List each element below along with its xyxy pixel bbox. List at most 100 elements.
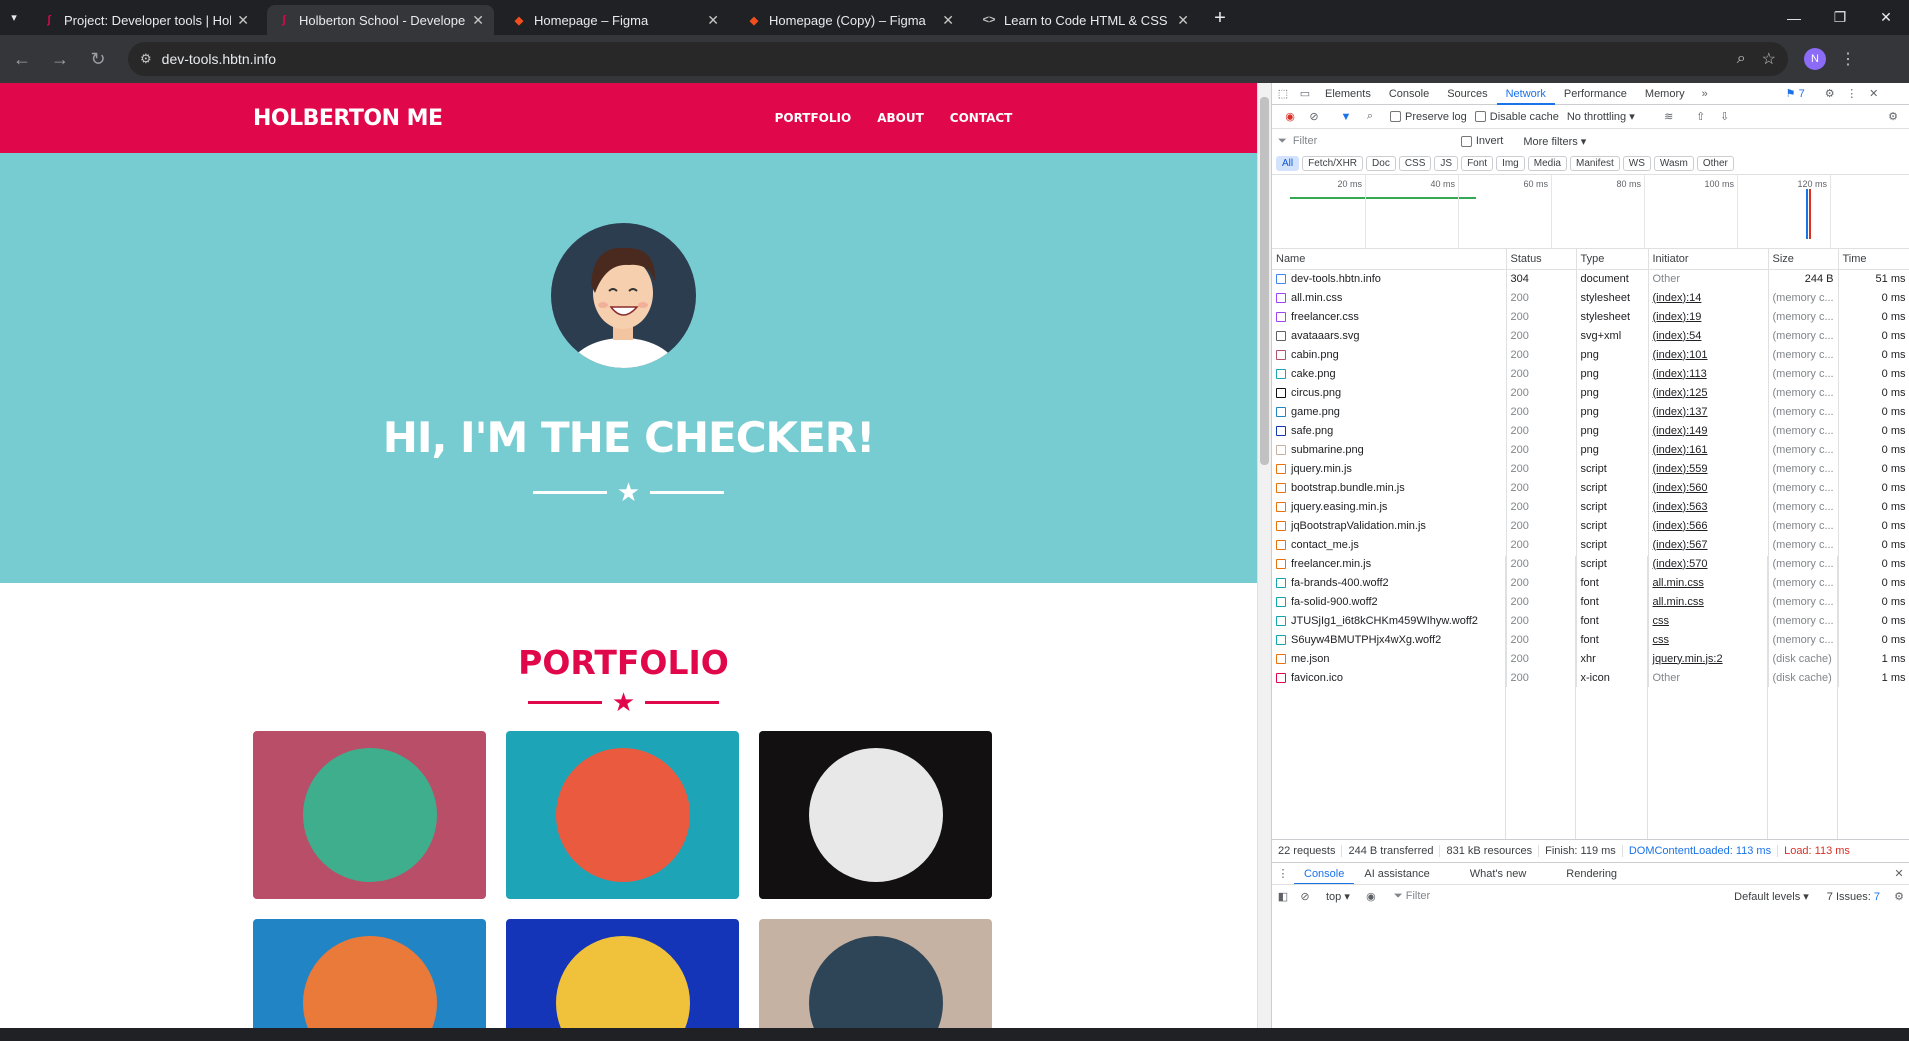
site-brand[interactable]: HOLBERTON ME <box>253 106 443 131</box>
request-initiator[interactable]: (index):101 <box>1648 345 1769 364</box>
context-select[interactable]: top ▾ <box>1326 890 1350 903</box>
import-har-icon[interactable]: ⇧ <box>1689 110 1713 123</box>
type-filter-wasm[interactable]: Wasm <box>1653 156 1694 171</box>
request-row[interactable]: jquery.min.js 200 script (index):559 (memory… <box>1272 459 1909 478</box>
nav-link-contact[interactable]: CONTACT <box>950 111 1013 125</box>
clear-console-icon[interactable]: ⊘ <box>1294 890 1316 903</box>
page-scrollbar[interactable] <box>1257 83 1271 1028</box>
type-filter-ws[interactable]: WS <box>1622 156 1651 171</box>
column-header-size[interactable]: Size <box>1768 249 1839 270</box>
inspect-element-icon[interactable]: ⬚ <box>1272 87 1294 100</box>
type-filter-manifest[interactable]: Manifest <box>1570 156 1620 171</box>
request-row[interactable]: avataaars.svg 200 svg+xml (index):54 (memory… <box>1272 326 1909 345</box>
url-text[interactable]: dev-tools.hbtn.info <box>162 51 1721 67</box>
close-tab-icon[interactable]: ✕ <box>942 12 954 29</box>
network-settings-icon[interactable]: ⚙ <box>1881 110 1905 123</box>
request-row[interactable]: jqBootstrapValidation.min.js 200 script (in… <box>1272 516 1909 535</box>
request-row[interactable]: freelancer.css 200 stylesheet (index):19 (me… <box>1272 307 1909 326</box>
new-tab-icon[interactable]: + <box>1207 5 1233 31</box>
profile-avatar[interactable]: N <box>1804 48 1826 70</box>
nav-link-portfolio[interactable]: PORTFOLIO <box>775 111 852 125</box>
record-icon[interactable]: ◉ <box>1278 110 1302 123</box>
request-row[interactable]: jquery.easing.min.js 200 script (index):563… <box>1272 497 1909 516</box>
request-row[interactable]: all.min.css 200 stylesheet (index):14 (memor… <box>1272 288 1909 307</box>
bookmark-star-icon[interactable]: ☆ <box>1762 49 1776 69</box>
drawer-tab-whats-new[interactable]: What's new <box>1460 868 1537 880</box>
issues-badge[interactable]: ⚑ 7 <box>1786 87 1805 100</box>
devtools-tab-performance[interactable]: Performance <box>1555 83 1636 105</box>
request-row[interactable]: contact_me.js 200 script (index):567 (memory… <box>1272 535 1909 554</box>
request-initiator[interactable]: (index):161 <box>1648 440 1769 459</box>
log-levels-dropdown[interactable]: Default levels ▾ <box>1734 890 1809 903</box>
portfolio-item-game[interactable] <box>253 919 486 1028</box>
disable-cache-checkbox[interactable] <box>1474 111 1486 122</box>
request-initiator[interactable]: (index):559 <box>1648 459 1769 478</box>
network-overview-timeline[interactable]: 20 ms 40 ms 60 ms 80 ms 100 ms 120 ms <box>1272 175 1909 249</box>
browser-tab[interactable]: ◆ Homepage (Copy) – Figma ✕ <box>737 5 964 35</box>
more-tabs-icon[interactable]: » <box>1694 88 1716 100</box>
preserve-log-checkbox[interactable] <box>1390 111 1401 122</box>
settings-gear-icon[interactable]: ⚙ <box>1819 87 1841 100</box>
filter-input[interactable]: Filter <box>1293 135 1453 147</box>
network-conditions-icon[interactable]: ≋ <box>1657 110 1681 123</box>
request-initiator[interactable]: (index):567 <box>1648 535 1769 554</box>
browser-menu-icon[interactable]: ⋮ <box>1840 49 1856 69</box>
console-settings-icon[interactable]: ⚙ <box>1888 890 1909 903</box>
close-tab-icon[interactable]: ✕ <box>707 12 719 29</box>
export-har-icon[interactable]: ⇩ <box>1713 110 1737 123</box>
filter-funnel-icon[interactable]: ▼ <box>1334 111 1358 123</box>
type-filter-media[interactable]: Media <box>1527 156 1567 171</box>
sidebar-toggle-icon[interactable]: ◧ <box>1272 890 1294 903</box>
devtools-menu-icon[interactable]: ⋮ <box>1841 87 1863 100</box>
more-filters-dropdown[interactable]: More filters ▾ <box>1523 135 1586 148</box>
request-row[interactable]: game.png 200 png (index):137 (memory c... 0 m… <box>1272 402 1909 421</box>
request-row[interactable]: safe.png 200 png (index):149 (memory c... 0 m… <box>1272 421 1909 440</box>
zoom-icon[interactable]: ⌕ <box>1737 50 1746 68</box>
drawer-tab-console[interactable]: Console <box>1294 863 1355 885</box>
live-expression-eye-icon[interactable]: ◉ <box>1360 890 1382 903</box>
request-initiator[interactable]: (index):14 <box>1648 288 1769 307</box>
request-row[interactable]: circus.png 200 png (index):125 (memory c... 0… <box>1272 383 1909 402</box>
request-initiator[interactable]: (index):149 <box>1648 421 1769 440</box>
column-header-time[interactable]: Time <box>1838 249 1909 270</box>
request-initiator[interactable]: (index):19 <box>1648 307 1769 326</box>
portfolio-item-submarine[interactable] <box>759 919 992 1028</box>
portfolio-item-safe[interactable] <box>506 919 739 1028</box>
request-initiator[interactable]: (index):137 <box>1648 402 1769 421</box>
type-filter-fetch-xhr[interactable]: Fetch/XHR <box>1302 156 1364 171</box>
drawer-tab-rendering[interactable]: Rendering <box>1556 868 1627 880</box>
request-row[interactable]: cabin.png 200 png (index):101 (memory c... 0 … <box>1272 345 1909 364</box>
request-initiator[interactable]: (index):560 <box>1648 478 1769 497</box>
request-initiator[interactable]: (index):125 <box>1648 383 1769 402</box>
close-devtools-icon[interactable]: ✕ <box>1863 87 1885 100</box>
type-filter-img[interactable]: Img <box>1496 156 1525 171</box>
column-header-initiator[interactable]: Initiator <box>1648 249 1769 270</box>
drawer-menu-icon[interactable]: ⋮ <box>1272 867 1294 880</box>
minimize-icon[interactable]: — <box>1771 0 1817 35</box>
type-filter-doc[interactable]: Doc <box>1366 156 1396 171</box>
scrollbar-thumb[interactable] <box>1260 97 1269 465</box>
request-row[interactable]: cake.png 200 png (index):113 (memory c... 0 m… <box>1272 364 1909 383</box>
browser-tab[interactable]: ◆ Homepage – Figma ✕ <box>502 5 729 35</box>
close-tab-icon[interactable]: ✕ <box>472 12 484 29</box>
portfolio-item-cake[interactable] <box>506 731 739 899</box>
column-header-name[interactable]: Name <box>1272 249 1507 270</box>
close-tab-icon[interactable]: ✕ <box>1177 12 1189 29</box>
request-initiator[interactable]: (index):566 <box>1648 516 1769 535</box>
portfolio-item-circus[interactable] <box>759 731 992 899</box>
close-drawer-icon[interactable]: ✕ <box>1888 867 1909 880</box>
forward-icon[interactable]: → <box>44 43 76 75</box>
request-row[interactable]: dev-tools.hbtn.info 304 document Other 244 B… <box>1272 269 1909 288</box>
browser-tab[interactable]: <> Learn to Code HTML & CSS ✕ <box>972 5 1199 35</box>
reload-icon[interactable]: ↻ <box>82 43 114 75</box>
browser-tab[interactable]: ʃ Holberton School - Developer t ✕ <box>267 5 494 35</box>
device-toolbar-icon[interactable]: ▭ <box>1294 87 1316 100</box>
devtools-tab-elements[interactable]: Elements <box>1316 83 1380 105</box>
request-initiator[interactable]: (index):563 <box>1648 497 1769 516</box>
restore-icon[interactable]: ❐ <box>1817 0 1863 35</box>
close-window-icon[interactable]: ✕ <box>1863 0 1909 35</box>
column-header-type[interactable]: Type <box>1576 249 1649 270</box>
request-initiator[interactable]: (index):113 <box>1648 364 1769 383</box>
request-row[interactable]: bootstrap.bundle.min.js 200 script (index):… <box>1272 478 1909 497</box>
drawer-tab-ai-assistance[interactable]: AI assistance <box>1354 868 1439 880</box>
